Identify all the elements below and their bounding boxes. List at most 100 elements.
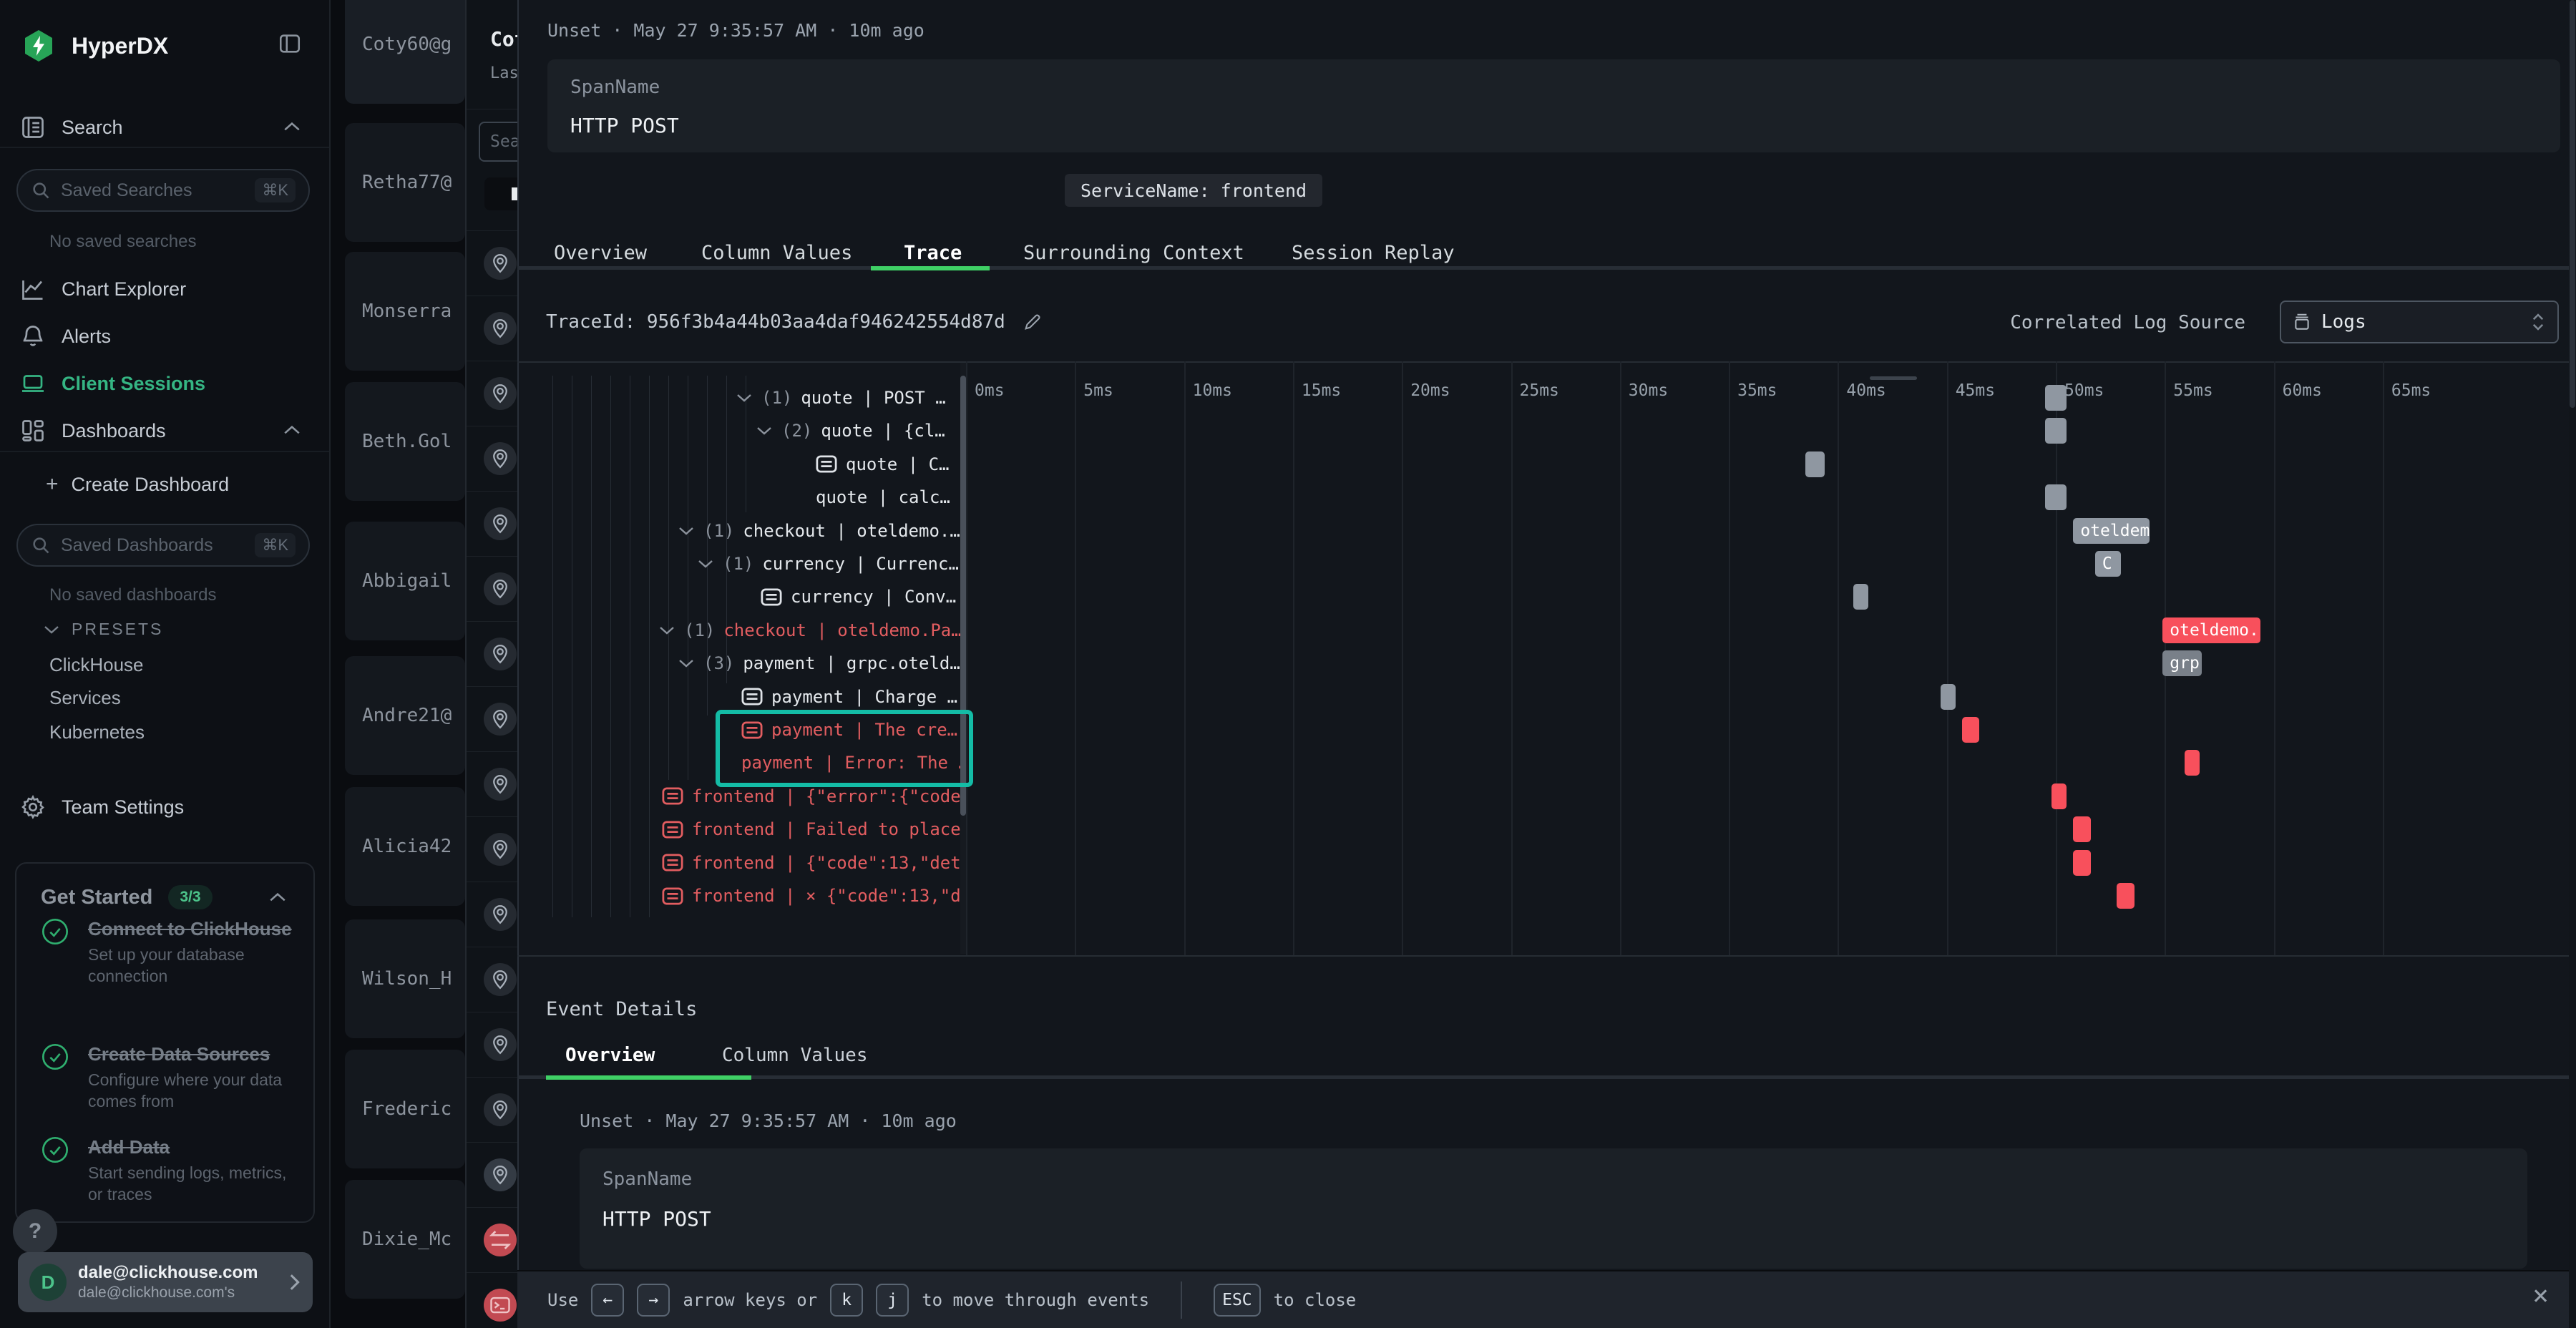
chevron-down-icon[interactable]: [736, 392, 753, 404]
sidebar-item-dashboards[interactable]: Dashboards: [20, 418, 166, 444]
session-card[interactable]: Beth.Gol: [345, 382, 465, 501]
location-pin-button[interactable]: [484, 507, 517, 540]
user-menu[interactable]: D dale@clickhouse.com dale@clickhouse.co…: [18, 1252, 313, 1312]
trace-span-bar[interactable]: [2073, 850, 2090, 876]
session-card[interactable]: Wilson_H: [345, 919, 465, 1038]
create-dashboard-button[interactable]: + Create Dashboard: [46, 472, 229, 497]
location-pin-button[interactable]: [484, 312, 517, 345]
sidebar-item-search[interactable]: Search: [20, 114, 123, 140]
tab-session-replay[interactable]: Session Replay: [1292, 242, 1455, 264]
location-pin-button[interactable]: [484, 442, 517, 475]
location-pin-button[interactable]: [484, 898, 517, 931]
log-source-select[interactable]: Logs: [2280, 301, 2559, 343]
location-pin-button[interactable]: [484, 377, 517, 410]
session-card[interactable]: Alicia42: [345, 787, 465, 906]
trace-span-bar[interactable]: [1853, 584, 1868, 610]
sidebar-item-team-settings[interactable]: Team Settings: [20, 794, 184, 820]
events-search-input[interactable]: Sea: [479, 122, 519, 162]
trace-row[interactable]: payment | Charge …: [741, 680, 957, 713]
key-left-arrow[interactable]: ←: [591, 1284, 624, 1317]
session-card[interactable]: Dixie_Mc: [345, 1180, 465, 1299]
location-pin-button[interactable]: [484, 638, 517, 670]
trace-span-bar[interactable]: [1805, 451, 1825, 477]
key-right-arrow[interactable]: →: [637, 1284, 670, 1317]
service-name-pill[interactable]: ServiceName: frontend: [1065, 174, 1322, 207]
session-card[interactable]: Frederic: [345, 1050, 465, 1168]
exchange-icon-button[interactable]: [484, 1224, 517, 1256]
sidebar-item-services[interactable]: Services: [49, 687, 121, 709]
trace-span-bar[interactable]: [2117, 883, 2134, 909]
location-pin-button[interactable]: [484, 703, 517, 736]
tab-trace[interactable]: Trace: [904, 242, 962, 264]
trace-span-bar[interactable]: oteldem: [2073, 518, 2150, 544]
close-icon[interactable]: ×: [2532, 1281, 2549, 1309]
session-card[interactable]: Abbigail: [345, 522, 465, 640]
trace-span-bar[interactable]: [2045, 418, 2067, 444]
trace-span-bar[interactable]: [2185, 750, 2200, 776]
location-pin-button[interactable]: [484, 572, 517, 605]
key-esc[interactable]: ESC: [1214, 1284, 1261, 1317]
chevron-down-icon[interactable]: [658, 625, 675, 636]
sidebar-item-kubernetes[interactable]: Kubernetes: [49, 721, 145, 743]
trace-row[interactable]: (1)checkout | oteldemo.Pa…: [658, 614, 962, 647]
location-pin-button[interactable]: [484, 768, 517, 801]
trace-row[interactable]: (1)checkout | oteldemo.…: [678, 514, 960, 547]
session-card[interactable]: Monserra: [345, 252, 465, 371]
get-started-item[interactable]: Add DataStart sending logs, metrics, or …: [41, 1136, 303, 1206]
trace-row[interactable]: (3)payment | grpc.oteld…: [678, 647, 960, 680]
filter-button-fragment[interactable]: [484, 177, 519, 210]
presets-header[interactable]: PRESETS: [43, 620, 163, 639]
get-started-item[interactable]: Connect to ClickHouseSet up your databas…: [41, 917, 303, 987]
location-pin-button[interactable]: [484, 1028, 517, 1061]
tab-surrounding-context[interactable]: Surrounding Context: [1023, 242, 1244, 264]
trace-span-bar[interactable]: [1962, 717, 1979, 743]
location-pin-button[interactable]: [484, 1158, 517, 1191]
saved-dashboards-input[interactable]: Saved Dashboards ⌘K: [16, 524, 310, 567]
trace-span-bar[interactable]: C: [2095, 551, 2122, 577]
chevron-up-icon[interactable]: [283, 120, 301, 133]
trace-span-bar[interactable]: [1941, 684, 1956, 710]
sidebar-item-alerts[interactable]: Alerts: [20, 323, 111, 349]
key-k[interactable]: k: [830, 1284, 863, 1317]
trace-row[interactable]: quote | calc…: [816, 481, 950, 514]
trace-span-bar[interactable]: [2045, 385, 2067, 411]
location-pin-button[interactable]: [484, 247, 517, 280]
sidebar-item-chart-explorer[interactable]: Chart Explorer: [20, 276, 186, 302]
terminal-icon-button[interactable]: [484, 1289, 517, 1322]
key-j[interactable]: j: [876, 1284, 909, 1317]
edit-icon[interactable]: [1023, 312, 1043, 332]
chevron-down-icon[interactable]: [697, 558, 714, 570]
trace-row[interactable]: frontend | {"code":13,"det…: [662, 846, 962, 879]
saved-searches-input[interactable]: Saved Searches ⌘K: [16, 169, 310, 212]
trace-span-bar[interactable]: [2045, 484, 2067, 510]
trace-row[interactable]: (2)quote | {cl…: [756, 414, 945, 447]
brand-row[interactable]: HyperDX: [21, 29, 168, 63]
chevron-up-icon[interactable]: [268, 891, 287, 904]
session-card[interactable]: Andre21@: [345, 656, 465, 775]
trace-span-bar[interactable]: [2073, 816, 2090, 842]
trace-row[interactable]: frontend | Failed to place…: [662, 813, 962, 846]
event-tab-overview[interactable]: Overview: [565, 1045, 655, 1066]
sidebar-item-client-sessions[interactable]: Client Sessions: [20, 371, 205, 396]
get-started-item[interactable]: Create Data SourcesConfigure where your …: [41, 1043, 303, 1113]
trace-span-bar[interactable]: [2051, 783, 2067, 809]
session-card[interactable]: Retha77@: [345, 123, 465, 242]
chevron-down-icon[interactable]: [756, 425, 773, 436]
collapse-sidebar-icon[interactable]: [278, 31, 302, 56]
tab-overview[interactable]: Overview: [554, 242, 647, 264]
trace-row[interactable]: (1)quote | POST …: [736, 381, 946, 414]
trace-span-bar[interactable]: oteldemo.: [2162, 617, 2260, 643]
sidebar-item-clickhouse[interactable]: ClickHouse: [49, 654, 144, 676]
trace-span-bar[interactable]: grp: [2162, 650, 2202, 676]
trace-row[interactable]: quote | C…: [816, 448, 950, 481]
tab-column-values[interactable]: Column Values: [701, 242, 852, 264]
trace-row[interactable]: frontend | × {"code":13,"d…: [662, 879, 962, 912]
trace-row[interactable]: (1)currency | Currenc…: [697, 547, 959, 580]
page-scrollbar-thumb[interactable]: [2570, 0, 2575, 408]
trace-row[interactable]: currency | Conv…: [761, 580, 956, 613]
location-pin-button[interactable]: [484, 1093, 517, 1126]
chevron-up-icon[interactable]: [283, 424, 301, 436]
location-pin-button[interactable]: [484, 833, 517, 866]
session-card[interactable]: Coty60@g: [345, 0, 465, 104]
chevron-down-icon[interactable]: [678, 658, 695, 669]
